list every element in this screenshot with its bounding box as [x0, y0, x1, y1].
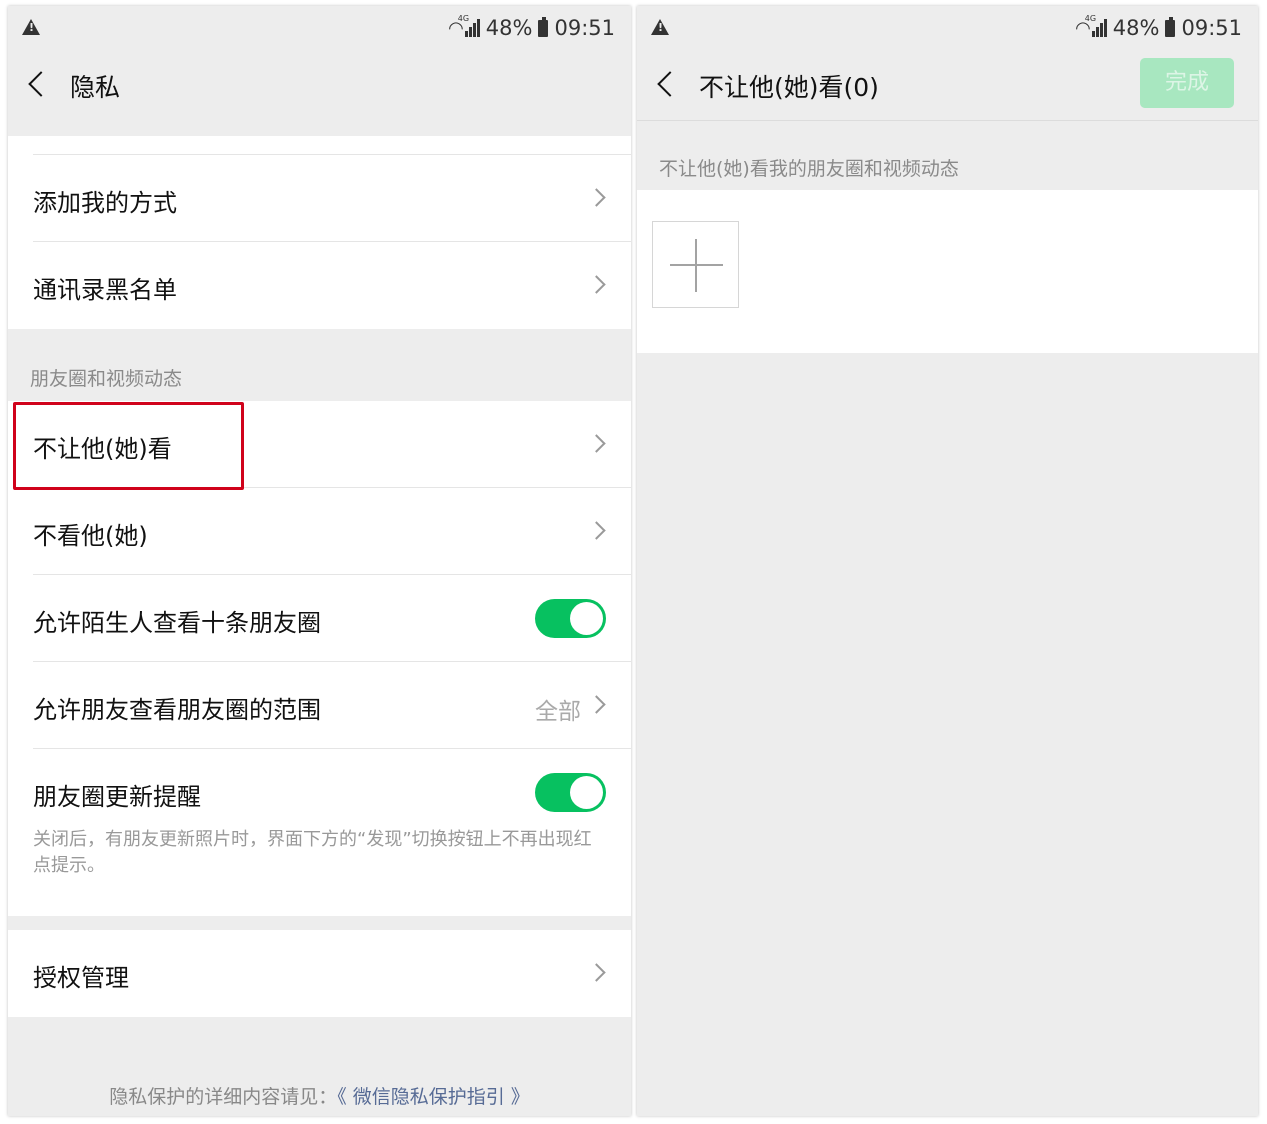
- signal-icon: 4G: [1085, 14, 1107, 37]
- chevron-right-icon: [587, 963, 606, 982]
- toggle-knob: [570, 602, 603, 635]
- row-label: 授权管理: [33, 964, 129, 992]
- row-label: 允许陌生人查看十条朋友圈: [33, 609, 321, 637]
- chevron-right-icon: [587, 275, 606, 294]
- row-moments-visible-range[interactable]: 允许朋友查看朋友圈的范围 全部: [8, 662, 631, 749]
- divider: [637, 120, 1258, 121]
- done-button[interactable]: 完成: [1140, 58, 1234, 108]
- row-authorization-management[interactable]: 授权管理: [8, 930, 631, 1017]
- stranger-posts-toggle[interactable]: [535, 599, 606, 638]
- back-arrow-icon[interactable]: [657, 71, 683, 97]
- privacy-footer: 隐私保护的详细内容请见：《 微信隐私保护指引 》: [8, 1082, 631, 1109]
- row-dont-see-them[interactable]: 不看他(她): [8, 488, 631, 575]
- battery-percent: 48%: [485, 16, 533, 40]
- privacy-screen: ◠ 4G 48% 09:51 隐私 添加我的方式 通讯录黑名单 朋友圈和视频动态…: [8, 6, 631, 1116]
- page-title: 隐私: [70, 73, 121, 102]
- nav-header: 隐私: [8, 50, 631, 122]
- clock: 09:51: [554, 16, 615, 40]
- row-label: 朋友圈更新提醒: [33, 783, 201, 811]
- warning-icon: [651, 19, 669, 35]
- row-label: 通讯录黑名单: [33, 276, 177, 304]
- chevron-right-icon: [587, 521, 606, 540]
- row-add-me-methods[interactable]: 添加我的方式: [8, 155, 631, 242]
- battery-percent: 48%: [1112, 16, 1160, 40]
- row-contacts-blacklist[interactable]: 通讯录黑名单: [8, 242, 631, 329]
- reminder-note: 关闭后，有朋友更新照片时，界面下方的“发现”切换按钮上不再出现红点提示。: [33, 829, 592, 876]
- battery-icon: [538, 16, 549, 37]
- toggle-knob: [570, 776, 603, 809]
- update-reminder-toggle[interactable]: [535, 773, 606, 812]
- signal-icon: 4G: [458, 14, 480, 37]
- back-arrow-icon[interactable]: [28, 71, 54, 97]
- footer-text: 隐私保护的详细内容请见：: [109, 1086, 338, 1108]
- row-label: 添加我的方式: [33, 189, 177, 217]
- clock: 09:51: [1181, 16, 1242, 40]
- highlight-box: [13, 402, 244, 490]
- row-label: 允许朋友查看朋友圈的范围: [33, 696, 321, 724]
- range-value: 全部: [535, 699, 581, 725]
- row-moments-update-reminder: 朋友圈更新提醒 关闭后，有朋友更新照片时，界面下方的“发现”切换按钮上不再出现红…: [8, 749, 631, 916]
- chevron-right-icon: [587, 434, 606, 453]
- row-label: 不看他(她): [33, 522, 148, 550]
- chevron-right-icon: [587, 188, 606, 207]
- status-bar: ◠ 4G 48% 09:51: [637, 6, 1258, 50]
- section-label: 不让他(她)看我的朋友圈和视频动态: [659, 158, 959, 180]
- row-stranger-ten-posts: 允许陌生人查看十条朋友圈: [8, 575, 631, 662]
- chevron-right-icon: [587, 695, 606, 714]
- warning-icon: [22, 19, 40, 35]
- privacy-guide-link[interactable]: 《 微信隐私保护指引 》: [337, 1086, 530, 1108]
- add-member-button[interactable]: [652, 221, 739, 308]
- page-title: 不让他(她)看(0): [699, 73, 879, 102]
- battery-icon: [1165, 16, 1176, 37]
- status-bar: ◠ 4G 48% 09:51: [8, 6, 631, 50]
- section-label-moments: 朋友圈和视频动态: [30, 368, 183, 390]
- nav-header: 不让他(她)看(0) 完成: [637, 50, 1258, 122]
- dont-let-them-see-screen: ◠ 4G 48% 09:51 不让他(她)看(0) 完成 不让他(她)看我的朋友…: [637, 6, 1258, 1116]
